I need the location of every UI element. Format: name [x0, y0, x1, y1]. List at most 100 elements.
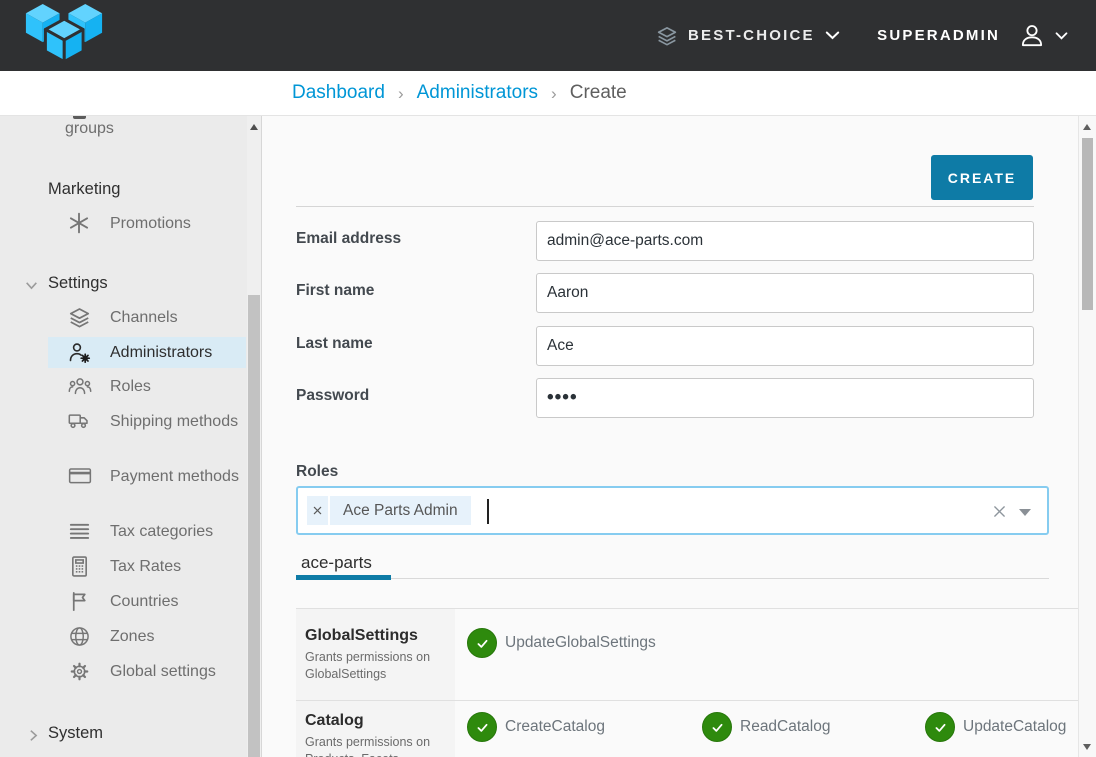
permission-toggle-updatecatalog[interactable]: UpdateCatalog: [925, 712, 1066, 742]
sidebar-item-zones[interactable]: Zones: [0, 622, 246, 652]
topbar: BEST-CHOICE SUPERADMIN: [0, 0, 1096, 71]
email-label: Email address: [296, 230, 401, 248]
sidebar-item-label: Zones: [110, 628, 154, 645]
app-window: BEST-CHOICE SUPERADMIN D: [0, 0, 1096, 757]
truck-icon: [68, 410, 92, 434]
sidebar-scrollbar[interactable]: [247, 116, 262, 757]
permission-label: UpdateGlobalSettings: [505, 634, 656, 652]
sidebar-item-label: Channels: [110, 309, 178, 326]
password-field[interactable]: [536, 378, 1034, 418]
chevron-down-icon[interactable]: [24, 278, 39, 293]
sidebar-item-administrators[interactable]: Administrators: [48, 337, 246, 368]
table-row: GlobalSettings Grants permissions on Glo…: [296, 609, 1078, 701]
sidebar-item-label: Global settings: [110, 663, 216, 680]
last-name-label: Last name: [296, 335, 373, 353]
scrollbar-thumb[interactable]: [248, 295, 260, 757]
sidebar-item-tax-categories[interactable]: Tax categories: [0, 517, 246, 547]
sidebar-section-system[interactable]: System: [48, 724, 103, 743]
layers-icon: [68, 306, 92, 330]
main-content: CREATE Email address First name Last nam…: [262, 116, 1078, 757]
breadcrumb: Dashboard › Administrators › Create: [0, 71, 1096, 116]
table-row: Catalog Grants permissions on Products, …: [296, 701, 1078, 757]
checked-toggle-icon: [467, 712, 497, 742]
sidebar-item-label: Tax Rates: [110, 558, 181, 575]
sidebar-item-groups-partial[interactable]: groups: [65, 120, 114, 138]
sidebar-item-countries[interactable]: Countries: [0, 587, 246, 617]
scroll-up-arrow[interactable]: [1083, 124, 1091, 130]
active-tab-underline: [296, 575, 391, 580]
divider: [296, 206, 1034, 207]
breadcrumb-administrators[interactable]: Administrators: [417, 82, 538, 104]
breadcrumb-dashboard[interactable]: Dashboard: [292, 82, 385, 104]
sidebar-item-payment-methods[interactable]: Payment methods: [0, 462, 246, 516]
list-icon: [68, 520, 92, 544]
permission-label: CreateCatalog: [505, 718, 605, 736]
permission-label: ReadCatalog: [740, 718, 830, 736]
email-field[interactable]: [536, 221, 1034, 261]
permission-group-title: GlobalSettings: [305, 627, 447, 645]
user-icon: [1018, 22, 1046, 50]
sidebar-item-label: Promotions: [110, 215, 191, 232]
cog-icon: [68, 660, 92, 684]
permission-toggle-createcatalog[interactable]: CreateCatalog: [467, 712, 605, 742]
scroll-up-arrow[interactable]: [250, 124, 258, 130]
scrollbar-thumb[interactable]: [1082, 138, 1093, 310]
sidebar-section-marketing[interactable]: Marketing: [48, 180, 120, 199]
checked-toggle-icon: [925, 712, 955, 742]
permission-group-description: Grants permissions on Products, Facets: [305, 734, 447, 757]
permissions-table: GlobalSettings Grants permissions on Glo…: [296, 608, 1078, 757]
breadcrumb-current: Create: [570, 82, 627, 104]
sidebar-item-label: Payment methods: [110, 468, 239, 485]
active-channel-label: BEST-CHOICE: [688, 27, 815, 44]
sidebar-item-label: Roles: [110, 378, 151, 395]
dropdown-caret-icon[interactable]: [1019, 509, 1031, 516]
sidebar-item-label: Tax categories: [110, 523, 213, 540]
tab-bar-line: [296, 578, 1049, 579]
checked-toggle-icon: [467, 628, 497, 658]
sidebar-item-tax-rates[interactable]: Tax Rates: [0, 552, 246, 582]
create-button[interactable]: CREATE: [931, 155, 1033, 200]
sidebar-section-settings[interactable]: Settings: [48, 274, 108, 293]
sidebar-item-shipping-methods[interactable]: Shipping methods: [0, 407, 246, 461]
permission-toggle-readcatalog[interactable]: ReadCatalog: [702, 712, 830, 742]
last-name-field[interactable]: [536, 326, 1034, 366]
flag-icon: [68, 590, 92, 614]
permission-group-description: Grants permissions on GlobalSettings: [305, 649, 447, 682]
permission-label: UpdateCatalog: [963, 718, 1066, 736]
asterisk-icon: [68, 212, 92, 236]
first-name-label: First name: [296, 282, 374, 300]
first-name-field[interactable]: [536, 273, 1034, 313]
chevron-down-icon: [1055, 32, 1068, 40]
layers-icon: [656, 25, 678, 47]
checked-toggle-icon: [702, 712, 732, 742]
vendure-logo[interactable]: [22, 4, 106, 66]
main-scrollbar[interactable]: [1078, 116, 1096, 757]
password-label: Password: [296, 387, 369, 405]
permission-group-title: Catalog: [305, 712, 447, 730]
permission-toggle-updateglobalsettings[interactable]: UpdateGlobalSettings: [467, 628, 656, 658]
tab-ace-parts[interactable]: ace-parts: [301, 553, 372, 573]
user-menu[interactable]: SUPERADMIN: [877, 0, 1068, 71]
clipped-item-icon: [73, 116, 86, 119]
calculator-icon: [68, 555, 92, 579]
scroll-down-arrow[interactable]: [1083, 744, 1091, 750]
username-label: SUPERADMIN: [877, 27, 1000, 44]
users-icon: [68, 375, 92, 399]
sidebar-item-promotions[interactable]: Promotions: [0, 209, 246, 239]
remove-chip-button[interactable]: [307, 496, 328, 525]
channel-switcher[interactable]: BEST-CHOICE: [656, 0, 840, 71]
sidebar-item-label: Administrators: [110, 344, 212, 361]
sidebar-item-roles[interactable]: Roles: [0, 372, 246, 402]
clear-selection-icon[interactable]: [993, 505, 1006, 518]
sidebar-item-label: Shipping methods: [110, 413, 238, 430]
text-cursor: [487, 499, 489, 524]
credit-card-icon: [68, 465, 92, 489]
sidebar-item-label: Countries: [110, 593, 178, 610]
permission-group-header: Catalog Grants permissions on Products, …: [296, 701, 455, 757]
breadcrumb-separator: ›: [398, 82, 404, 104]
roles-label: Roles: [296, 463, 338, 481]
sidebar-item-channels[interactable]: Channels: [0, 303, 246, 333]
roles-multiselect[interactable]: Ace Parts Admin: [296, 486, 1049, 535]
chevron-right-icon[interactable]: [26, 728, 41, 743]
sidebar-item-global-settings[interactable]: Global settings: [0, 657, 246, 687]
